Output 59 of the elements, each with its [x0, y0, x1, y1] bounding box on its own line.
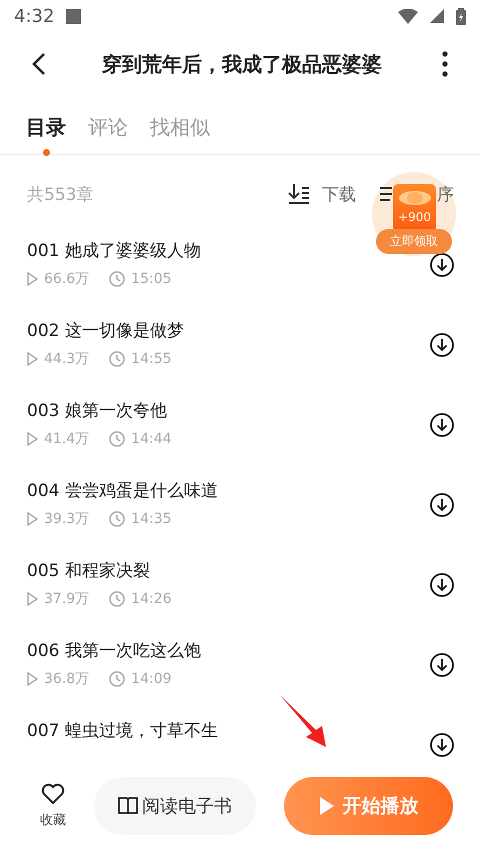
status-time: 4:32 — [14, 6, 54, 26]
download-button[interactable] — [430, 333, 454, 357]
read-ebook-button[interactable]: 阅读电子书 — [94, 777, 256, 835]
notification-icon — [66, 8, 82, 24]
play-count: 39.3万 — [44, 510, 90, 528]
clock-icon — [109, 351, 126, 367]
chapter-duration: 15:05 — [131, 271, 172, 287]
chapter-title[interactable]: 004 尝尝鸡蛋是什么味道 — [27, 479, 218, 502]
clock-icon — [109, 431, 126, 447]
more-icon[interactable] — [442, 51, 448, 77]
sort-icon[interactable] — [380, 186, 392, 202]
back-icon[interactable] — [32, 52, 46, 76]
chapter-title[interactable]: 006 我第一次吃这么饱 — [27, 639, 201, 662]
chapter-duration: 14:44 — [131, 431, 172, 447]
tab[interactable]: 目录 — [26, 110, 66, 156]
play-count: 66.6万 — [44, 270, 90, 288]
play-icon — [27, 352, 38, 366]
play-icon — [27, 672, 38, 686]
play-icon — [27, 592, 38, 606]
chapter-count: 共553章 — [27, 184, 94, 206]
battery-icon — [456, 8, 466, 24]
download-button[interactable] — [430, 573, 454, 597]
chapter-title[interactable]: 005 和程家决裂 — [27, 559, 150, 582]
download-button[interactable] — [430, 493, 454, 517]
download-list-icon[interactable] — [288, 183, 310, 205]
play-icon — [27, 272, 38, 286]
play-icon — [27, 432, 38, 446]
play-count: 41.4万 — [44, 430, 90, 448]
play-icon — [27, 512, 38, 526]
download-button[interactable] — [430, 253, 454, 277]
clock-icon — [109, 591, 126, 607]
chapter-title[interactable]: 001 她成了婆婆级人物 — [27, 239, 201, 262]
heart-icon[interactable] — [41, 783, 65, 805]
book-icon[interactable] — [118, 796, 138, 816]
annotation-arrow — [278, 693, 328, 748]
chapter-title[interactable]: 003 娘第一次夸他 — [27, 399, 167, 422]
signal-icon — [430, 9, 444, 23]
book-title: 穿到荒年后，我成了极品恶婆婆 — [101, 50, 383, 78]
download-button[interactable] — [430, 653, 454, 677]
chapter-duration: 14:35 — [131, 511, 172, 527]
reward-amount: +900 — [398, 210, 431, 224]
download-button[interactable] — [430, 413, 454, 437]
chapter-duration: 14:26 — [131, 591, 172, 607]
play-count: 36.8万 — [44, 670, 90, 688]
clock-icon — [109, 671, 126, 687]
download-button[interactable] — [430, 733, 454, 757]
wifi-icon — [398, 8, 418, 24]
clock-icon — [109, 511, 126, 527]
sort-label[interactable]: 序 — [437, 182, 454, 206]
coin-icon — [398, 190, 432, 206]
favorite-button[interactable]: 收藏 — [40, 783, 66, 829]
download-button[interactable]: 下载 — [288, 182, 356, 206]
chapter-title[interactable]: 007 蝗虫过境，寸草不生 — [27, 719, 218, 742]
play-count: 44.3万 — [44, 350, 90, 368]
chapter-duration: 14:09 — [131, 671, 172, 687]
chapter-duration: 14:55 — [131, 351, 172, 367]
play-count: 37.9万 — [44, 590, 90, 608]
chapter-title[interactable]: 002 这一切像是做梦 — [27, 319, 184, 342]
clock-icon — [109, 271, 126, 287]
